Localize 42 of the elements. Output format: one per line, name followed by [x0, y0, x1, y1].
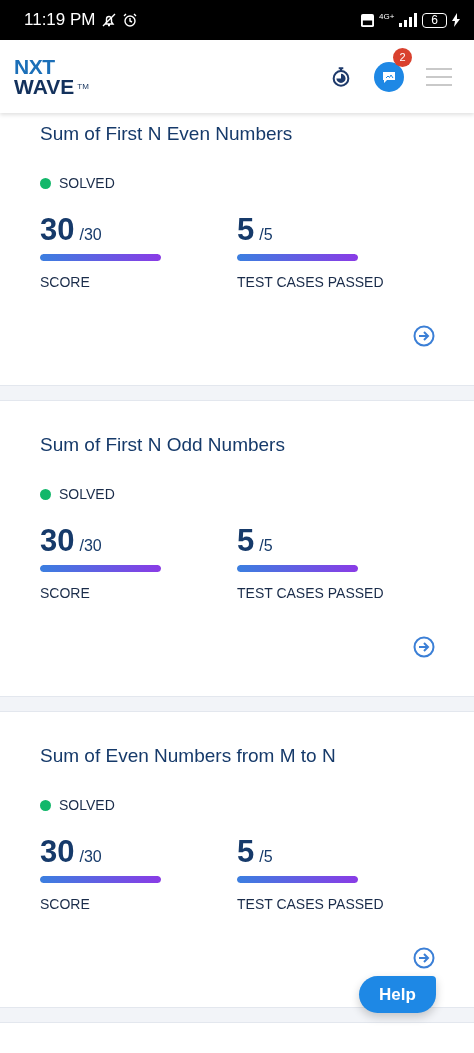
stat-label: TEST CASES PASSED: [237, 896, 385, 912]
stat-value: 30: [40, 213, 75, 247]
arrow-circle-icon[interactable]: [413, 636, 435, 658]
chat-button[interactable]: [374, 61, 404, 92]
stat-label: TEST CASES PASSED: [237, 274, 385, 290]
charging-icon: [452, 13, 460, 27]
trademark-mark: TM: [77, 80, 89, 93]
battery-indicator: 6: [422, 12, 447, 28]
stat-label: SCORE: [40, 585, 91, 601]
problem-title[interactable]: Sum of First N Even Numbers: [40, 122, 434, 146]
logo-text: NXT: [14, 56, 56, 77]
notification-badge: 2: [393, 47, 412, 67]
stat-total: /30: [79, 848, 102, 866]
arrow-circle-icon[interactable]: [413, 325, 435, 347]
stat-label: TEST CASES PASSED: [237, 585, 385, 601]
stat-value: 30: [40, 835, 75, 869]
bell-off-icon: [100, 12, 117, 28]
stat-total: /5: [259, 226, 273, 244]
logo-text: WAVE: [14, 76, 75, 97]
stat-label: SCORE: [40, 274, 91, 290]
network-type: 4G+: [378, 12, 395, 21]
clock-time: 11:19 PM: [24, 10, 96, 30]
alarm-icon: [121, 12, 138, 28]
stat-value: 30: [40, 524, 75, 558]
arrow-circle-icon[interactable]: [413, 947, 435, 969]
status-label: SOLVED: [59, 797, 115, 813]
stat-total: /30: [79, 537, 102, 555]
status-label: SOLVED: [59, 175, 115, 191]
stopwatch-icon[interactable]: [330, 65, 352, 88]
signal-icon: [399, 13, 418, 27]
stat-total: /5: [259, 848, 273, 866]
problem-title[interactable]: Sum of First N Odd Numbers: [40, 433, 434, 457]
stat-value: 5: [237, 213, 255, 247]
problem-title[interactable]: Sum of Even Numbers from M to N: [40, 744, 434, 768]
help-button[interactable]: Help: [359, 976, 436, 1013]
volte-icon: [360, 13, 374, 27]
stat-total: /5: [259, 537, 273, 555]
stat-label: SCORE: [40, 896, 91, 912]
stat-value: 5: [237, 835, 255, 869]
status-label: SOLVED: [59, 486, 115, 502]
stat-total: /30: [79, 226, 102, 244]
stat-value: 5: [237, 524, 255, 558]
